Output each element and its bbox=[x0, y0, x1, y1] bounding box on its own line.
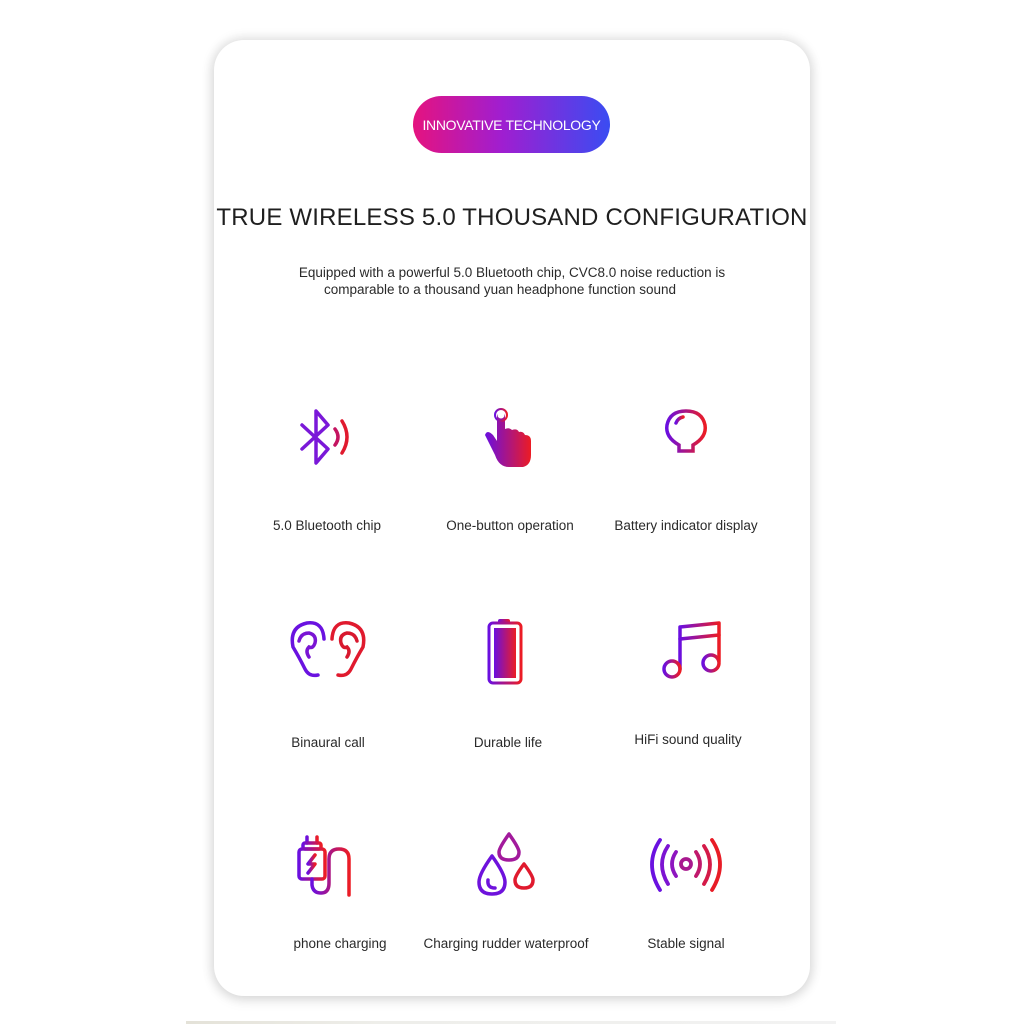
feature-one-button: One-button operation bbox=[410, 405, 610, 533]
bluetooth-icon bbox=[300, 409, 349, 465]
feature-label: One-button operation bbox=[446, 518, 574, 533]
feature-label: 5.0 Bluetooth chip bbox=[272, 518, 382, 533]
page-title: TRUE WIRELESS 5.0 THOUSAND CONFIGURATION bbox=[216, 204, 808, 231]
feature-phone-charging: phone charging bbox=[228, 833, 428, 951]
music-note-icon bbox=[662, 621, 721, 679]
badge-label: INNOVATIVE TECHNOLOGY bbox=[422, 116, 601, 133]
feature-label: Binaural call bbox=[291, 735, 365, 750]
signal-icon bbox=[650, 838, 722, 892]
water-drops-icon bbox=[477, 832, 535, 896]
charger-icon bbox=[297, 835, 351, 897]
feature-battery-indicator: Battery indicator display bbox=[586, 405, 786, 533]
feature-durable-life: Durable life bbox=[408, 617, 608, 750]
ears-icon bbox=[290, 621, 366, 678]
finger-tap-icon bbox=[485, 408, 531, 467]
feature-label: Battery indicator display bbox=[614, 518, 758, 533]
battery-icon bbox=[487, 619, 523, 685]
page-subtitle: Equipped with a powerful 5.0 Bluetooth c… bbox=[214, 264, 810, 298]
light-bulb-icon bbox=[665, 409, 707, 467]
feature-hifi-sound: HiFi sound quality bbox=[588, 617, 788, 747]
feature-label: Durable life bbox=[473, 735, 543, 750]
feature-stable-signal: Stable signal bbox=[586, 830, 786, 951]
feature-waterproof: Charging rudder waterproof bbox=[406, 830, 606, 951]
subtitle-line-2: comparable to a thousand yuan headphone … bbox=[323, 282, 677, 297]
feature-label: Stable signal bbox=[647, 936, 725, 951]
innovative-technology-badge: INNOVATIVE TECHNOLOGY bbox=[413, 96, 610, 153]
subtitle-line-1: Equipped with a powerful 5.0 Bluetooth c… bbox=[298, 265, 726, 280]
feature-label: HiFi sound quality bbox=[634, 732, 742, 747]
feature-label: Charging rudder waterproof bbox=[423, 936, 589, 951]
feature-binaural-call: Binaural call bbox=[228, 617, 428, 750]
feature-bluetooth: 5.0 Bluetooth chip bbox=[227, 405, 427, 533]
